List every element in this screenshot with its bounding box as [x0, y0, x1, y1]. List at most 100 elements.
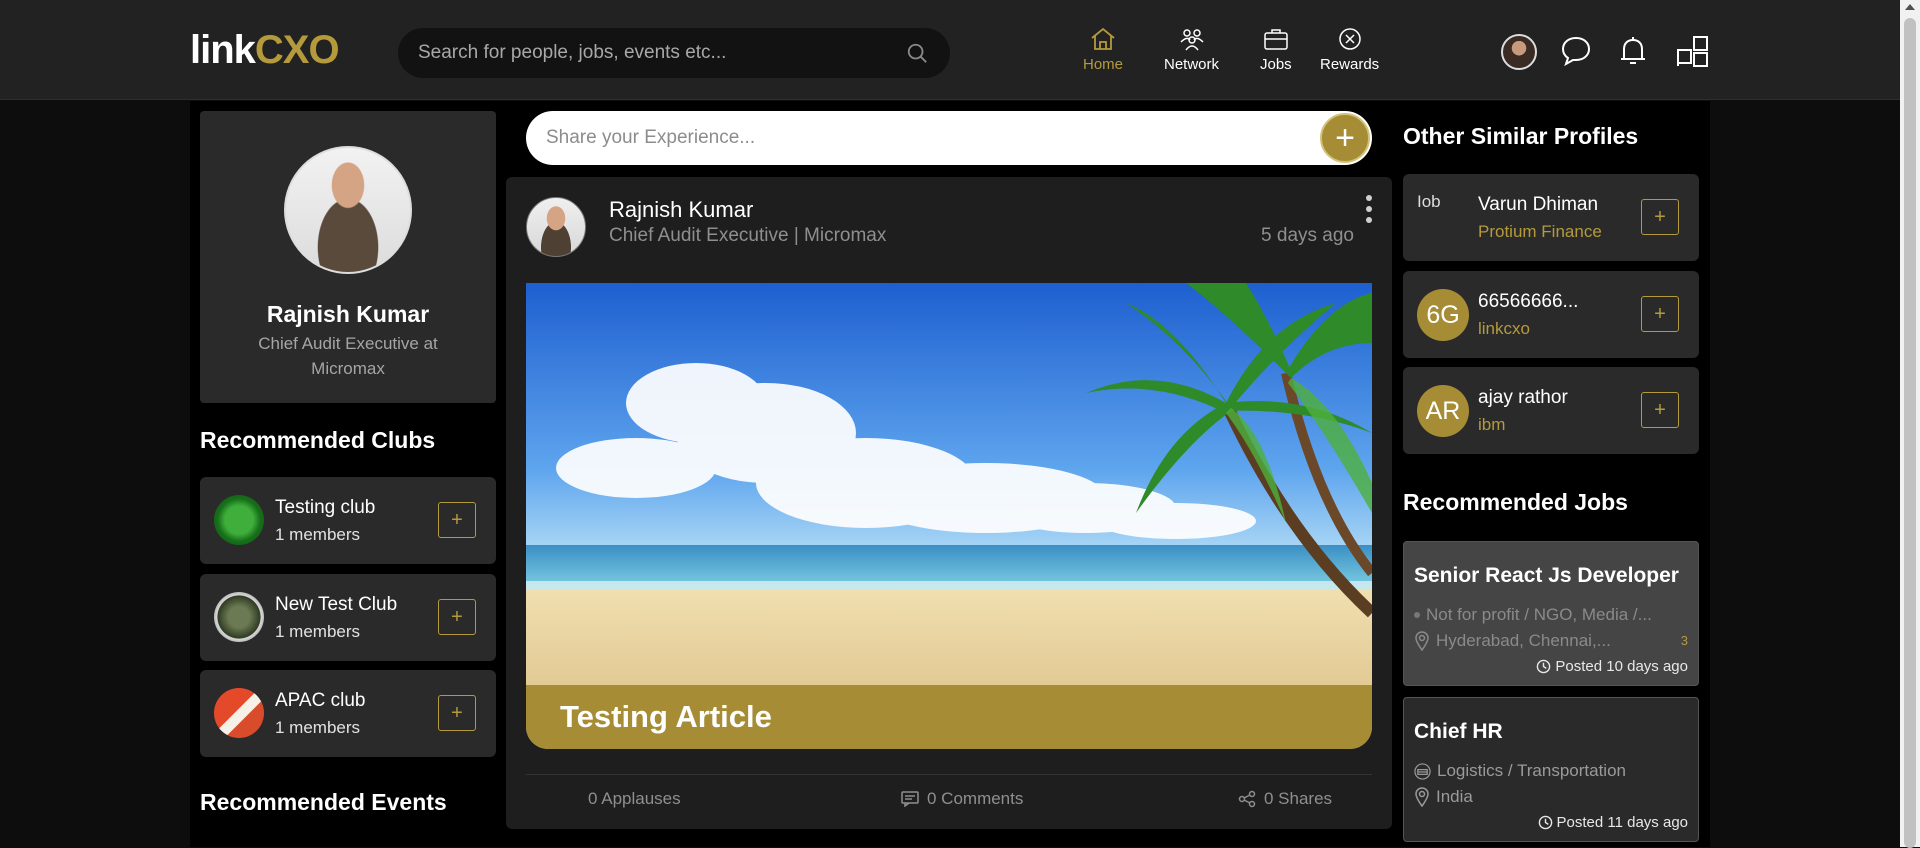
linkcxo-logo[interactable]: link CXO: [190, 27, 340, 72]
nav-network-label: Network: [1164, 56, 1220, 73]
club-name: Testing club: [275, 497, 376, 518]
job-posted-text: Posted 11 days ago: [1556, 814, 1688, 831]
profile-name[interactable]: ajay rathor: [1478, 387, 1568, 409]
top-navigation-bar: linkCXO Home Network Jobs Rewards: [0, 0, 1920, 100]
similar-profile-card[interactable]: 6G 66566666... linkcxo +: [1403, 271, 1699, 358]
recommended-jobs-title: Recommended Jobs: [1403, 489, 1628, 515]
post-author-name[interactable]: Rajnish Kumar: [609, 197, 753, 223]
logo-text-cxo: CXO: [254, 27, 340, 72]
connect-button[interactable]: +: [1641, 296, 1679, 332]
home-icon: [1091, 27, 1115, 50]
club-logo: [214, 495, 264, 545]
nav-jobs-label: Jobs: [1260, 56, 1292, 73]
clock-icon: [1537, 659, 1551, 674]
nav-network[interactable]: Network: [1164, 26, 1219, 73]
job-location: India: [1414, 787, 1473, 807]
post-author-avatar[interactable]: [526, 197, 586, 257]
club-members: 1 members: [275, 525, 361, 544]
nav-home[interactable]: Home: [1083, 26, 1123, 73]
chat-icon[interactable]: [1559, 34, 1593, 68]
briefcase-icon: [1264, 29, 1288, 50]
feed-post: Rajnish Kumar Chief Audit Executive | Mi…: [506, 177, 1392, 829]
bell-icon[interactable]: [1616, 34, 1650, 68]
job-title: Senior React Js Developer: [1414, 564, 1679, 587]
job-card[interactable]: Senior React Js Developer Not for profit…: [1403, 541, 1699, 686]
broken-image-icon: Iob: [1417, 192, 1469, 244]
club-logo: [214, 592, 264, 642]
job-industry-text: Logistics / Transportation: [1437, 761, 1626, 780]
search-bar: [398, 28, 950, 78]
post-divider: [526, 774, 1372, 775]
page-scrollbar[interactable]: [1900, 0, 1920, 848]
job-posted-text: Posted 10 days ago: [1555, 658, 1688, 675]
job-posted: Posted 11 days ago: [1538, 814, 1688, 831]
applause-button[interactable]: 0 Applauses: [588, 789, 681, 809]
club-members: 1 members: [275, 622, 361, 641]
job-location-text: India: [1436, 787, 1473, 806]
scroll-up-arrow-icon[interactable]: [1905, 4, 1915, 10]
logo-text-link: link: [190, 27, 256, 72]
profile-company: ibm: [1478, 415, 1506, 434]
post-options-icon[interactable]: [1366, 195, 1374, 223]
job-industry-text: Not for profit / NGO, Media /...: [1426, 605, 1652, 624]
shares-count: 0 Shares: [1264, 789, 1333, 808]
user-avatar[interactable]: [1501, 34, 1537, 70]
profile-initials: 6G: [1417, 289, 1469, 341]
comments-count: 0 Comments: [927, 789, 1024, 808]
similar-profile-card[interactable]: AR ajay rathor ibm +: [1403, 367, 1699, 454]
profile-name[interactable]: Varun Dhiman: [1478, 194, 1598, 216]
profile-initials: Iob: [1417, 192, 1441, 211]
club-card[interactable]: APAC club 1 members +: [200, 670, 496, 757]
create-post-button[interactable]: +: [1320, 113, 1370, 163]
apps-grid-icon[interactable]: [1675, 34, 1709, 68]
club-members: 1 members: [275, 718, 361, 737]
post-author-role: Chief Audit Executive | Micromax: [609, 225, 887, 246]
profile-company: linkcxo: [1478, 319, 1530, 338]
profile-company: Protium Finance: [1478, 222, 1602, 241]
search-input[interactable]: [418, 28, 888, 78]
job-card[interactable]: Chief HR Logistics / Transportation Indi…: [1403, 697, 1699, 842]
main-content: Rajnish Kumar Chief Audit Executive at M…: [190, 101, 1710, 847]
similar-profiles-title: Other Similar Profiles: [1403, 123, 1639, 149]
profile-picture[interactable]: [284, 146, 412, 274]
scrollbar-thumb[interactable]: [1904, 18, 1916, 848]
comments-button[interactable]: 0 Comments: [901, 789, 1023, 809]
profile-name: Rajnish Kumar: [266, 301, 430, 327]
job-title: Chief HR: [1414, 720, 1503, 743]
share-experience-input[interactable]: [546, 111, 1286, 165]
post-image[interactable]: Testing Article: [526, 283, 1372, 749]
comment-icon: [901, 791, 919, 807]
job-location-text: Hyderabad, Chennai,...: [1436, 631, 1611, 650]
industry-icon: [1414, 762, 1431, 780]
join-club-button[interactable]: +: [438, 695, 476, 731]
job-location: Hyderabad, Chennai,...: [1414, 631, 1611, 651]
nav-rewards[interactable]: Rewards: [1320, 26, 1379, 73]
similar-profile-card[interactable]: Iob Varun Dhiman Protium Finance +: [1403, 174, 1699, 261]
rewards-icon: [1338, 28, 1361, 50]
share-icon: [1238, 790, 1256, 808]
applause-count: 0 Applauses: [588, 789, 681, 808]
connect-button[interactable]: +: [1641, 392, 1679, 428]
profile-name[interactable]: 66566666...: [1478, 291, 1578, 313]
club-name: New Test Club: [275, 594, 398, 615]
search-icon[interactable]: [906, 42, 928, 64]
share-experience-bar: +: [526, 111, 1372, 165]
job-industry: Logistics / Transportation: [1414, 761, 1626, 781]
join-club-button[interactable]: +: [438, 599, 476, 635]
profile-initials: AR: [1417, 385, 1469, 437]
post-caption-bar[interactable]: Testing Article: [526, 685, 1372, 749]
profile-card[interactable]: Rajnish Kumar Chief Audit Executive at M…: [200, 111, 496, 403]
nav-jobs[interactable]: Jobs: [1260, 26, 1292, 73]
recommended-clubs-title: Recommended Clubs: [200, 427, 436, 453]
profile-role: Chief Audit Executive at Micromax: [258, 334, 438, 378]
connect-button[interactable]: +: [1641, 199, 1679, 235]
club-name: APAC club: [275, 690, 366, 711]
beach-image: [526, 283, 1372, 749]
club-card[interactable]: Testing club 1 members +: [200, 477, 496, 564]
join-club-button[interactable]: +: [438, 502, 476, 538]
job-location-count: 3: [1680, 633, 1688, 648]
post-caption: Testing Article: [560, 699, 772, 734]
share-button[interactable]: 0 Shares: [1238, 789, 1332, 809]
club-card[interactable]: New Test Club 1 members +: [200, 574, 496, 661]
post-timestamp: 5 days ago: [1261, 225, 1354, 246]
